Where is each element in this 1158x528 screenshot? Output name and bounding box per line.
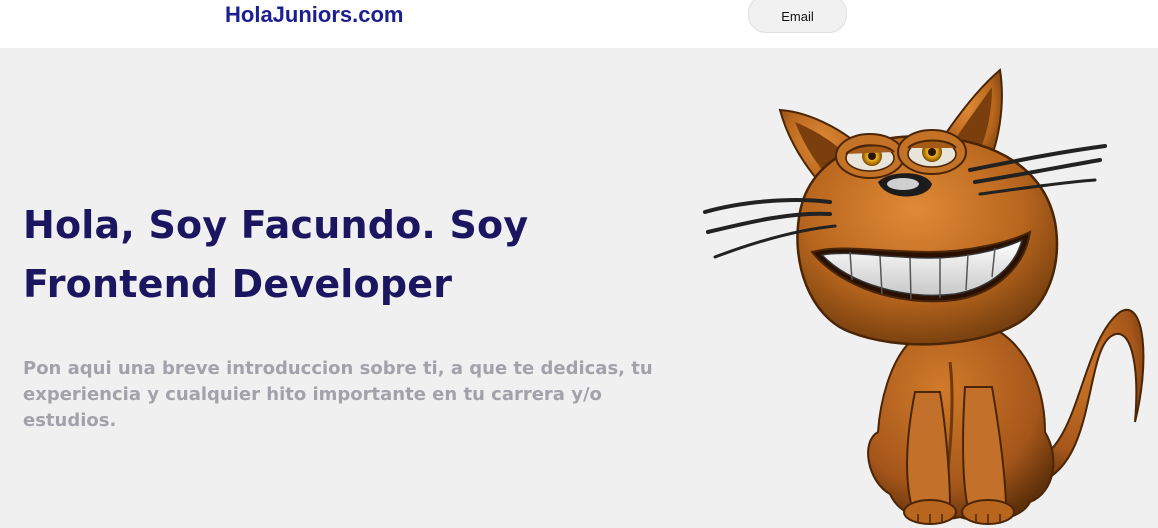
- grinning-cat-icon: [703, 68, 1145, 525]
- email-button[interactable]: Email: [748, 0, 847, 33]
- brand-logo-link[interactable]: HolaJuniors.com: [225, 2, 403, 28]
- hero-intro-text: Pon aqui una breve introduccion sobre ti…: [23, 358, 653, 431]
- top-navbar: HolaJuniors.com Email: [0, 0, 1158, 48]
- hero-title: Hola, Soy Facundo. Soy Frontend Develope…: [23, 203, 529, 306]
